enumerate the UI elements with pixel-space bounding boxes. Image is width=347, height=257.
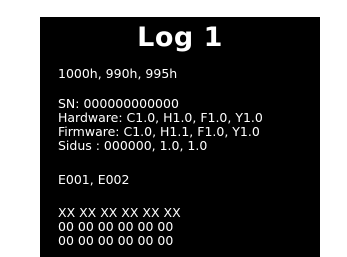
- firmware-version-line: Firmware: C1.0, H1.1, F1.0, Y1.0: [58, 124, 260, 139]
- sidus-line: Sidus : 000000, 1.0, 1.0: [58, 138, 208, 153]
- data-row: 00 00 00 00 00 00: [58, 219, 174, 234]
- data-row: XX XX XX XX XX XX: [58, 205, 181, 220]
- serial-number-line: SN: 000000000000: [58, 96, 179, 111]
- hours-line: 1000h, 990h, 995h: [58, 66, 178, 81]
- error-codes-line: E001, E002: [58, 172, 130, 187]
- log-screen: Log 1 1000h, 990h, 995h SN: 000000000000…: [40, 17, 320, 257]
- data-row: 00 00 00 00 00 00: [58, 233, 174, 248]
- log-title: Log 1: [137, 22, 223, 53]
- hardware-version-line: Hardware: C1.0, H1.0, F1.0, Y1.0: [58, 110, 263, 125]
